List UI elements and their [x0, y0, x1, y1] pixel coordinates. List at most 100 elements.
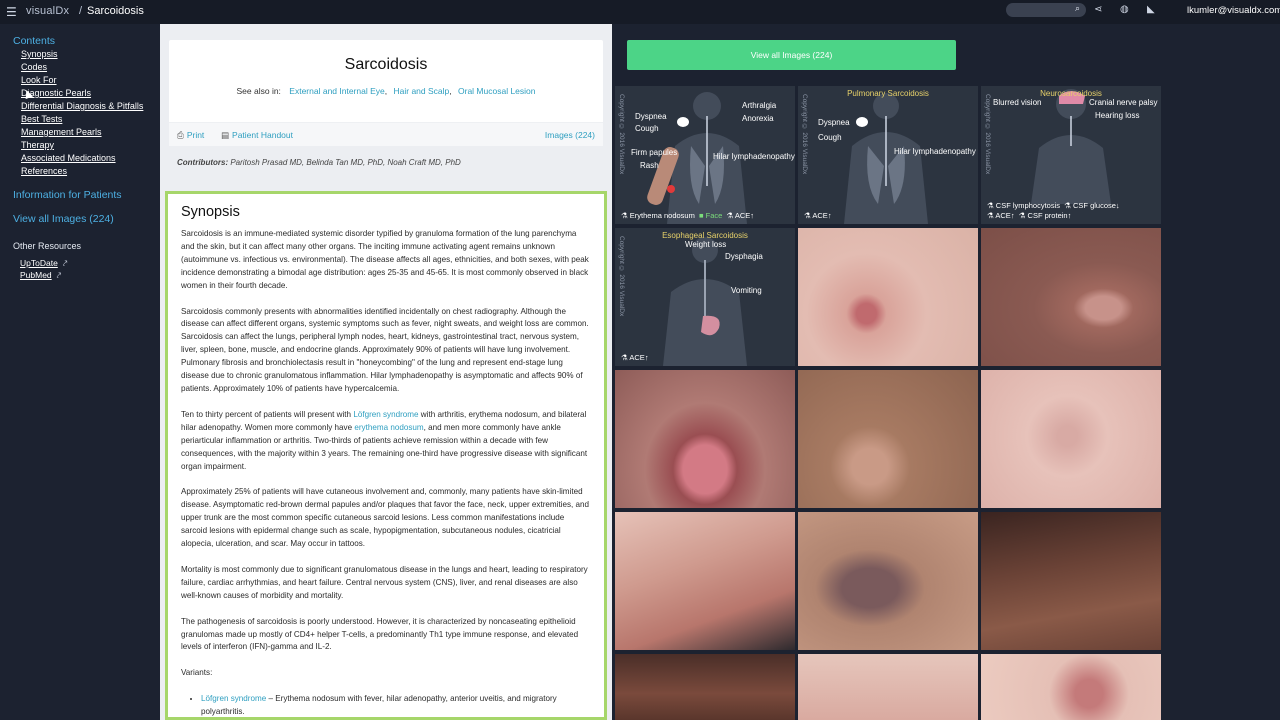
nav-item-synopsis[interactable]: Synopsis — [21, 49, 58, 59]
view-all-images-link[interactable]: View all Images (224) — [13, 213, 114, 225]
breadcrumb-separator: / — [79, 5, 83, 17]
app-logo[interactable]: visualDx — [26, 5, 69, 17]
images-link[interactable]: Images (224) — [545, 130, 595, 140]
see-also-separator: , — [384, 86, 388, 96]
image-tile-photo[interactable] — [798, 228, 978, 366]
printer-icon: ⎙ — [177, 130, 184, 140]
announcement-icon[interactable]: ◣ — [1147, 4, 1155, 15]
contributors-label: Contributors: — [177, 158, 229, 167]
diagram-label: Hilar lymphadenopathy — [713, 152, 795, 161]
external-link-icon: ⤤ — [56, 271, 62, 280]
synopsis-section: Synopsis Sarcoidosis is an immune-mediat… — [165, 191, 607, 720]
see-also-label: See also in: — [236, 86, 281, 96]
diagram-label: Vomiting — [731, 286, 762, 295]
diagram-footer: ⚗ ACE↑ — [621, 353, 649, 362]
share-icon[interactable]: ⋖ — [1094, 4, 1102, 15]
nav-item-look-for[interactable]: Look For — [21, 75, 57, 85]
footer-item: ⚗ CSF protein↑ — [1018, 211, 1072, 220]
synopsis-body: Sarcoidosis is an immune-mediated system… — [181, 228, 591, 717]
image-tile-photo[interactable] — [798, 654, 978, 720]
diagram-label: Blurred vision — [993, 98, 1042, 107]
external-link-icon: ⤤ — [62, 259, 68, 268]
diagram-title: Pulmonary Sarcoidosis — [847, 89, 929, 98]
view-all-images-button[interactable]: View all Images (224) — [627, 40, 956, 70]
footer-item: ■ Face — [699, 211, 723, 220]
diagram-footer: ⚗ ACE↑ ⚗ CSF protein↑ — [987, 211, 1071, 220]
nav-item-management-pearls[interactable]: Management Pearls — [21, 127, 102, 137]
diagram-label: Firm papules — [631, 148, 678, 157]
see-also-separator: , — [449, 86, 452, 96]
contents-sidebar: Contents Synopsis Codes Look For Diagnos… — [0, 24, 160, 720]
diagram-footer: ⚗ Erythema nodosum ■ Face ⚗ ACE↑ — [621, 211, 754, 220]
uptodate-link[interactable]: UpToDate ⤤ — [20, 258, 67, 269]
image-tile-photo[interactable] — [981, 512, 1161, 650]
nav-item-differential-diagnosis[interactable]: Differential Diagnosis & Pitfalls — [21, 101, 143, 111]
see-also-link-hair-scalp[interactable]: Hair and Scalp — [394, 86, 450, 96]
pubmed-link[interactable]: PubMed ⤤ — [20, 270, 61, 281]
copyright-text: Copyright © 2016 VisualDx — [801, 94, 808, 175]
see-also-link-oral-mucosal[interactable]: Oral Mucosal Lesion — [458, 86, 535, 96]
diagram-title: Esophageal Sarcoidosis — [662, 231, 748, 240]
image-tile-photo[interactable] — [615, 512, 795, 650]
see-also-link-eye[interactable]: External and Internal Eye — [289, 86, 384, 96]
diagram-label: Hearing loss — [1095, 111, 1140, 120]
search-input[interactable]: ⌕ — [1006, 3, 1086, 17]
diagram-label: Dysphagia — [725, 252, 763, 261]
nav-item-references[interactable]: References — [21, 166, 67, 176]
image-tile-photo[interactable] — [615, 654, 795, 720]
print-button[interactable]: ⎙ Print — [177, 130, 204, 141]
image-tile-diagram-neuro[interactable]: Neurosarcoidosis Copyright © 2016 Visual… — [981, 86, 1161, 224]
patient-handout-button[interactable]: ▤ Patient Handout — [221, 130, 293, 141]
diagram-label: Anorexia — [742, 114, 774, 123]
synopsis-paragraph: Mortality is most commonly due to signif… — [181, 564, 588, 600]
contents-title: Contents — [13, 35, 56, 47]
search-icon[interactable]: ⌕ — [1075, 3, 1080, 14]
image-tile-photo[interactable] — [981, 228, 1161, 366]
globe-icon[interactable]: ◍ — [1120, 4, 1129, 15]
synopsis-paragraph: Ten to thirty percent of patients will p… — [181, 409, 591, 474]
image-tile-photo[interactable] — [981, 370, 1161, 508]
synopsis-heading: Synopsis — [181, 204, 240, 220]
diagram-label: Dyspnea — [635, 112, 667, 121]
image-tile-diagram-pulmonary[interactable]: Pulmonary Sarcoidosis Copyright © 2016 V… — [798, 86, 978, 224]
variants-label: Variants: — [181, 668, 213, 678]
image-tile-photo[interactable] — [981, 654, 1161, 720]
text-run: Ten to thirty percent of patients will p… — [181, 409, 354, 419]
synopsis-paragraph: Sarcoidosis is an immune-mediated system… — [181, 229, 589, 290]
pubmed-label: PubMed — [20, 270, 52, 280]
diagram-label: Cough — [635, 124, 659, 133]
footer-item: ⚗ ACE↑ — [726, 211, 755, 220]
menu-icon[interactable]: ☰ — [6, 5, 17, 19]
top-bar: ☰ visualDx / Sarcoidosis ⌕ ⋖ ◍ ◣ lkumler… — [0, 0, 1280, 24]
uptodate-label: UpToDate — [20, 258, 58, 268]
footer-item: ⚗ ACE↑ — [987, 211, 1015, 220]
diagram-label: Cough — [818, 133, 842, 142]
image-tile-photo[interactable] — [798, 370, 978, 508]
image-tile-photo[interactable] — [798, 512, 978, 650]
copyright-text: Copyright © 2016 VisualDx — [618, 236, 625, 317]
nav-item-best-tests[interactable]: Best Tests — [21, 114, 62, 124]
image-tile-diagram-general[interactable]: Copyright © 2016 VisualDx Dyspnea Cough … — [615, 86, 795, 224]
clipboard-icon: ▤ — [221, 130, 230, 140]
print-label: Print — [186, 130, 205, 140]
contributors-names: Paritosh Prasad MD, Belinda Tan MD, PhD,… — [230, 158, 461, 167]
nav-item-associated-medications[interactable]: Associated Medications — [21, 153, 116, 163]
synopsis-paragraph: Sarcoidosis commonly presents with abnor… — [181, 306, 589, 393]
image-tile-diagram-esophageal[interactable]: Esophageal Sarcoidosis Copyright © 2016 … — [615, 228, 795, 366]
see-also-bar: See also in: External and Internal Eye, … — [169, 86, 603, 96]
other-resources-title: Other Resources — [13, 241, 82, 251]
erythema-nodosum-link[interactable]: erythema nodosum — [354, 423, 423, 432]
image-tile-photo[interactable] — [615, 370, 795, 508]
variant-item: Löfgren syndrome – Erythema nodosum with… — [201, 693, 591, 717]
info-for-patients-link[interactable]: Information for Patients — [13, 189, 122, 201]
diagram-title: Neurosarcoidosis — [1040, 89, 1102, 98]
nav-item-codes[interactable]: Codes — [21, 62, 47, 72]
user-account-link[interactable]: lkumler@visualdx.com — [1187, 5, 1280, 16]
lofgren-syndrome-link[interactable]: Löfgren syndrome — [353, 410, 418, 419]
diagram-label: Rash — [640, 161, 659, 170]
nav-item-therapy[interactable]: Therapy — [21, 140, 54, 150]
variant-lofgren-link[interactable]: Löfgren syndrome — [201, 694, 266, 703]
diagram-footer: ⚗ CSF lymphocytosis ⚗ CSF glucose↓ — [987, 201, 1120, 210]
diagram-label: Dyspnea — [818, 118, 850, 127]
diagram-label: Weight loss — [685, 240, 727, 249]
